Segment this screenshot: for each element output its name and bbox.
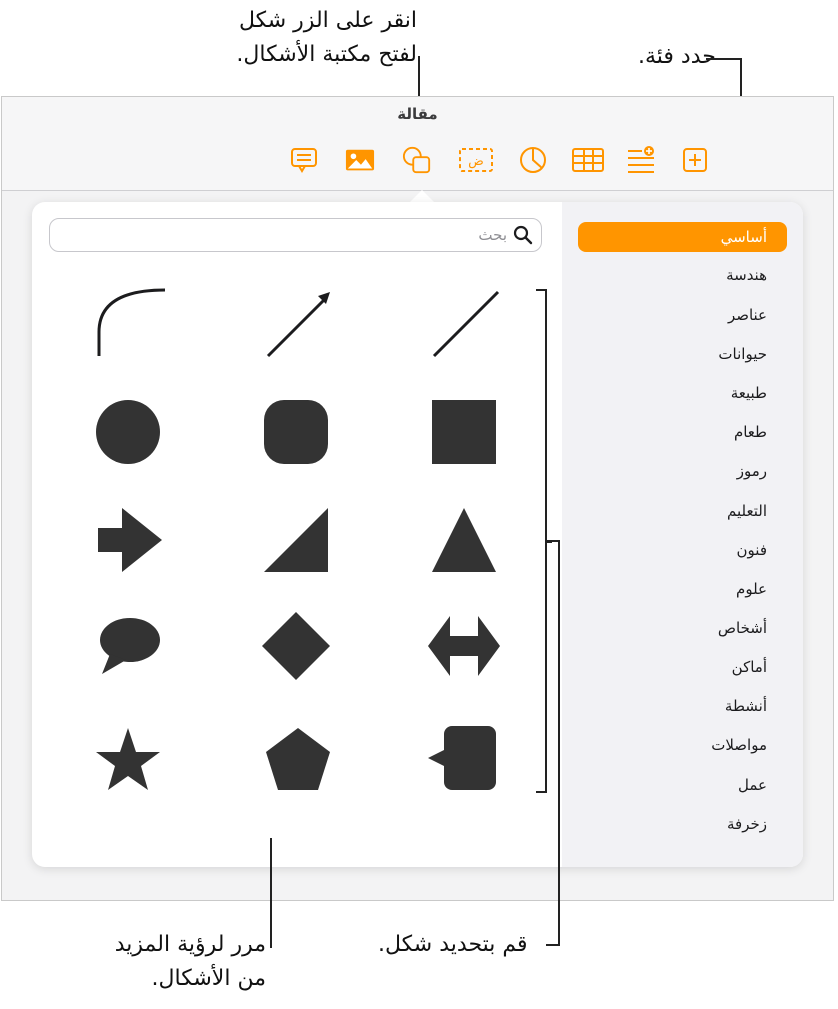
shape-circle[interactable] (88, 392, 168, 472)
add-page-button[interactable] (680, 146, 710, 174)
shape-square[interactable] (424, 392, 504, 472)
category-activities[interactable]: أنشطة (725, 691, 767, 721)
shape-curve[interactable] (88, 286, 168, 366)
category-animals[interactable]: حيوانات (718, 339, 767, 369)
category-arts[interactable]: فنون (737, 535, 767, 565)
category-sidebar: أساسي هندسة عناصر حيوانات طبيعة طعام رمو… (562, 202, 803, 867)
line-icon (432, 290, 500, 358)
callout-click-shape-button: انقر على الزر شكل لفتح مكتبة الأشكال. (205, 4, 417, 72)
leader-line-category-h (706, 58, 742, 60)
insert-button[interactable] (626, 146, 656, 174)
callout-line-1: مرر لرؤية المزيد (114, 932, 266, 957)
diamond-icon (262, 612, 330, 680)
pentagon-icon (266, 728, 330, 790)
arrow-line-icon (266, 292, 330, 358)
callout-choose-shape: قم بتحديد شكل. (378, 932, 528, 957)
shape-button[interactable] (402, 146, 432, 174)
callout-line-2: لفتح مكتبة الأشكال. (236, 42, 417, 67)
search-icon (513, 225, 533, 245)
triangle-icon (432, 508, 496, 572)
category-objects[interactable]: عناصر (728, 300, 767, 330)
shape-star[interactable] (88, 720, 168, 800)
shape-line[interactable] (426, 286, 506, 366)
category-ornaments[interactable]: زخرفة (727, 809, 767, 839)
category-people[interactable]: أشخاص (718, 613, 767, 643)
curve-icon (97, 288, 166, 356)
shape-right-arrow[interactable] (90, 500, 170, 580)
chart-button[interactable] (518, 146, 548, 174)
rounded-square-icon (264, 400, 328, 464)
text-box-button[interactable]: ض (458, 146, 494, 174)
shape-pentagon[interactable] (258, 720, 338, 800)
chart-icon (520, 147, 546, 173)
image-icon (345, 149, 375, 171)
square-icon (432, 400, 496, 464)
toolbar: مقالة ض (2, 97, 833, 191)
category-transportation[interactable]: مواصلات (711, 730, 767, 760)
category-science[interactable]: علوم (736, 574, 767, 604)
shape-rounded-square[interactable] (256, 392, 336, 472)
callout-square-icon (428, 726, 496, 790)
list-add-icon (628, 146, 654, 173)
shapes-popover: أساسي هندسة عناصر حيوانات طبيعة طعام رمو… (32, 202, 803, 867)
category-food[interactable]: طعام (734, 417, 767, 447)
category-basic[interactable]: أساسي (578, 222, 787, 252)
double-arrow-icon (428, 616, 500, 676)
right-arrow-icon (98, 508, 162, 572)
comment-button[interactable] (289, 146, 319, 174)
category-education[interactable]: التعليم (727, 496, 767, 526)
callout-line-1: انقر على الزر شكل (238, 8, 417, 33)
shape-callout-square[interactable] (424, 720, 504, 800)
shape-arrow-line[interactable] (258, 286, 338, 366)
window-title: مقالة (397, 105, 438, 123)
category-symbols[interactable]: رموز (737, 456, 767, 486)
text-box-glyph: ض (468, 154, 484, 169)
category-work[interactable]: عمل (738, 770, 767, 800)
shape-right-triangle[interactable] (256, 500, 336, 580)
comment-icon (291, 148, 317, 173)
category-places[interactable]: أماكن (732, 652, 767, 682)
media-button[interactable] (345, 146, 375, 174)
shape-icon (402, 146, 431, 174)
text-box-icon: ض (459, 148, 493, 172)
speech-bubble-icon (100, 618, 160, 674)
shape-triangle[interactable] (424, 500, 504, 580)
leader-line-shape-tail (546, 944, 560, 946)
leader-line-scroll (270, 838, 272, 948)
category-nature[interactable]: طبيعة (731, 378, 767, 408)
callout-line-2: من الأشكال. (151, 966, 266, 991)
category-geometry[interactable]: هندسة (726, 260, 767, 290)
shape-double-arrow[interactable] (424, 606, 504, 686)
circle-icon (96, 400, 160, 464)
add-icon (683, 148, 707, 172)
shape-speech-bubble[interactable] (90, 610, 170, 690)
search-input[interactable] (60, 225, 507, 245)
search-field[interactable] (49, 218, 542, 252)
callout-scroll-more: مرر لرؤية المزيد من الأشكال. (100, 928, 266, 996)
shape-diamond[interactable] (256, 606, 336, 686)
table-icon (572, 148, 604, 172)
leader-line-shape-v (558, 540, 560, 946)
right-triangle-icon (264, 508, 328, 572)
star-icon (96, 728, 160, 790)
callout-choose-category: حدد فئة. (638, 44, 716, 69)
table-button[interactable] (571, 146, 605, 174)
